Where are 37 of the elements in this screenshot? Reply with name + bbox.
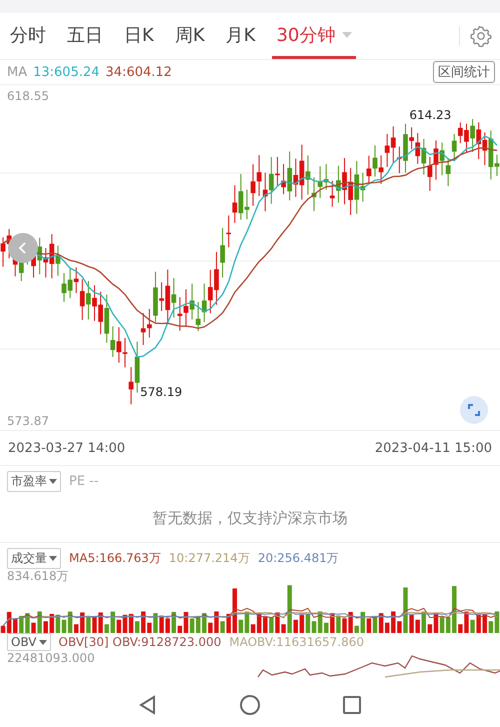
end-time: 2023-04-11 15:00	[374, 440, 492, 456]
obv-value: MAOBV:11631657.860	[229, 635, 364, 649]
indicator-label: MA	[7, 64, 28, 80]
volume-max-label: 834.618万	[6, 569, 70, 583]
ma-value: 34:604.12	[106, 64, 172, 80]
indicator-selector[interactable]: 成交量	[7, 548, 61, 569]
period-tab[interactable]: 五日	[63, 13, 107, 59]
period-tab[interactable]: 月K	[222, 13, 260, 59]
no-data-message: 暂无数据，仅支持沪深京市场	[152, 509, 348, 528]
caret-icon	[49, 556, 57, 561]
fullscreen-button[interactable]	[460, 396, 488, 424]
volume-average-value: 20:256.481万	[258, 550, 339, 567]
caret-icon	[38, 640, 47, 644]
settings-icon[interactable]	[470, 25, 492, 47]
obv-value: OBV[30] OBV:9128723.000	[58, 635, 222, 649]
recents-icon[interactable]	[340, 693, 364, 717]
price-max-label: 618.55	[7, 89, 49, 103]
period-tab[interactable]: 分时	[6, 13, 50, 59]
home-icon[interactable]	[238, 693, 262, 717]
low-price-marker: 578.19	[140, 384, 182, 399]
indicator-selector[interactable]: OBV	[7, 633, 51, 651]
volume-average-value: MA5:166.763万	[69, 550, 161, 567]
period-tab[interactable]: 周K	[170, 13, 209, 59]
indicator-selector[interactable]: 市盈率	[7, 471, 61, 492]
price-min-label: 573.87	[7, 414, 49, 428]
expand-icon	[467, 403, 481, 417]
period-tab[interactable]: 30分钟	[272, 13, 356, 59]
volume-average-value: 10:277.214万	[168, 550, 250, 567]
pe-value: PE --	[69, 474, 99, 489]
obv-max-label: 22481093.000	[6, 651, 96, 665]
start-time: 2023-03-27 14:00	[8, 440, 126, 456]
ma-value: 13:605.24	[33, 64, 100, 80]
high-price-marker: 614.23	[409, 108, 452, 122]
caret-icon	[49, 479, 57, 484]
range-stats-button[interactable]: 区间统计	[433, 61, 495, 83]
period-tab[interactable]: 日K	[120, 13, 158, 59]
scroll-left-button[interactable]	[8, 233, 38, 263]
